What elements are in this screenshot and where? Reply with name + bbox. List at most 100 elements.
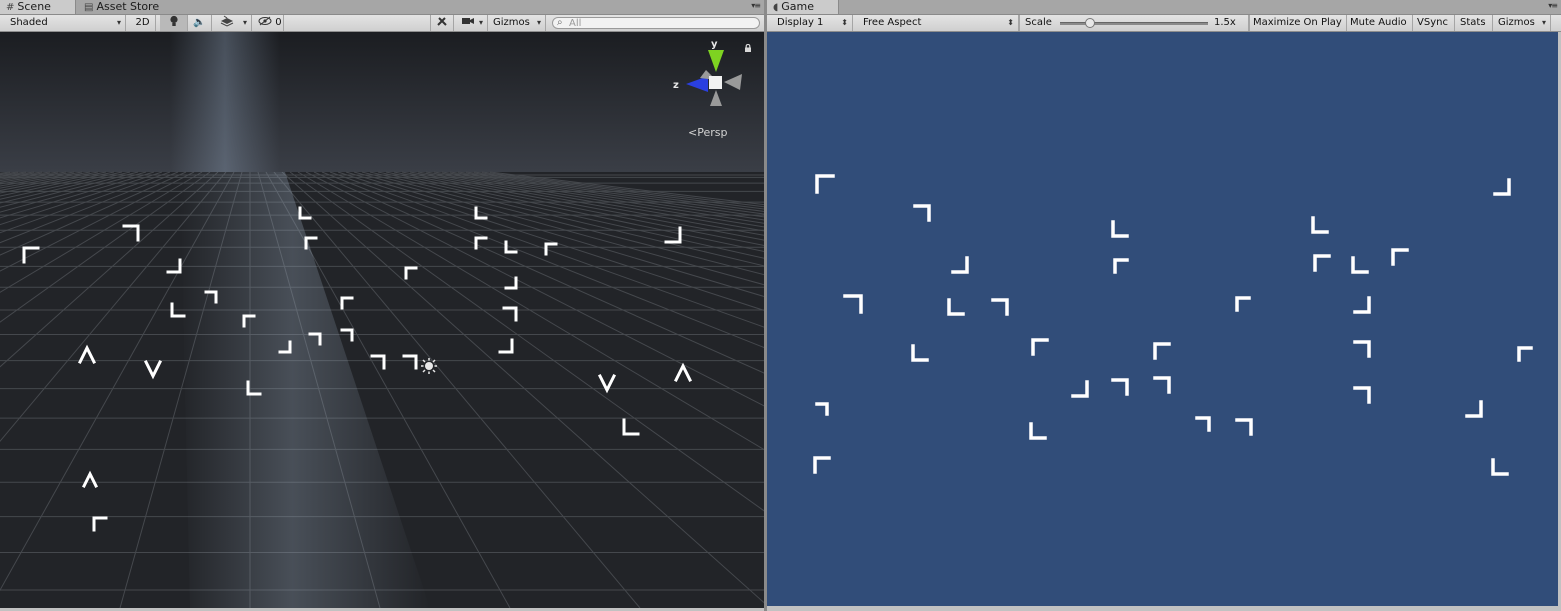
scene-tab-bar: # Scene ▤ Asset Store ▾≡: [0, 0, 764, 15]
asset-store-icon: ▤: [84, 2, 94, 13]
game-sprite[interactable]: [951, 256, 969, 274]
game-sprite[interactable]: [1111, 378, 1129, 396]
effects-dropdown[interactable]: ▾: [214, 15, 252, 31]
camera-dropdown[interactable]: ▾: [456, 15, 488, 31]
scene-canvas: y z: [0, 32, 764, 608]
axis-z-label: z: [673, 80, 679, 91]
search-icon: ⌕: [557, 17, 563, 28]
scene-viewport[interactable]: y z <Persp: [0, 32, 764, 608]
game-canvas: [813, 174, 1533, 476]
game-sprite[interactable]: [1113, 258, 1129, 274]
game-sprite[interactable]: [1311, 216, 1329, 234]
lighting-toggle-button[interactable]: [160, 15, 188, 31]
light-gizmo-icon[interactable]: [421, 358, 437, 374]
speaker-icon: 🔈: [193, 17, 206, 28]
projection-toggle[interactable]: <Persp: [688, 126, 727, 139]
tab-scene[interactable]: # Scene: [0, 0, 76, 14]
game-viewport[interactable]: [767, 32, 1558, 606]
game-gizmos-label: Gizmos: [1498, 17, 1535, 28]
vsync-label: VSync: [1417, 17, 1448, 28]
game-sprite[interactable]: [947, 298, 965, 316]
game-gizmos-dropdown[interactable]: Gizmos ▾: [1493, 15, 1551, 31]
aspect-dropdown[interactable]: Free Aspect ⬍: [857, 15, 1019, 31]
game-sprite[interactable]: [1353, 296, 1371, 314]
game-sprite[interactable]: [1351, 256, 1369, 274]
2d-toggle-button[interactable]: 2D: [130, 15, 156, 31]
game-sprite[interactable]: [1111, 220, 1129, 238]
scale-slider-thumb[interactable]: [1084, 18, 1095, 28]
scene-toolbar: Shaded ▾ 2D 🔈 ▾ 0 ▾ Gizmos ▾ ⌕ All: [0, 15, 764, 32]
mute-audio-label: Mute Audio: [1350, 17, 1407, 28]
game-sprite[interactable]: [1493, 178, 1511, 196]
display-label: Display 1: [777, 17, 824, 28]
audio-toggle-button[interactable]: 🔈: [188, 15, 212, 31]
game-sprite[interactable]: [1491, 458, 1509, 476]
scale-control[interactable]: Scale 1.5x: [1019, 15, 1249, 31]
light-bulb-icon: [169, 15, 179, 28]
stats-toggle[interactable]: Stats: [1455, 15, 1493, 31]
tab-asset-store-label: Asset Store: [96, 0, 160, 13]
effects-icon: [220, 15, 234, 28]
game-sprite[interactable]: [1353, 340, 1371, 358]
gizmo-center-cube[interactable]: [709, 76, 722, 89]
chevron-down-icon: ▾: [1541, 18, 1546, 27]
hidden-objects-toggle[interactable]: 0: [254, 15, 284, 31]
maximize-on-play-label: Maximize On Play: [1253, 17, 1342, 28]
game-sprite[interactable]: [913, 204, 931, 222]
game-sprite[interactable]: [1029, 422, 1047, 440]
game-sprite[interactable]: [1235, 418, 1253, 436]
search-placeholder: All: [569, 18, 582, 29]
game-sprite[interactable]: [813, 456, 831, 474]
game-sprites: [813, 174, 1533, 476]
scale-label: Scale: [1025, 17, 1052, 28]
eye-hidden-icon: [258, 16, 275, 28]
axis-y-label: y: [711, 39, 718, 50]
lock-icon[interactable]: [744, 44, 752, 52]
projection-label: Persp: [697, 126, 728, 139]
game-toolbar: Display 1 ⬍ Free Aspect ⬍ Scale 1.5x Max…: [767, 15, 1561, 32]
mute-audio-toggle[interactable]: Mute Audio: [1347, 15, 1413, 31]
gizmos-label: Gizmos: [493, 17, 530, 28]
game-sprite[interactable]: [1391, 248, 1409, 266]
camera-icon: [461, 17, 475, 28]
game-sprite[interactable]: [1031, 338, 1049, 356]
game-sprite[interactable]: [1071, 380, 1089, 398]
2d-toggle-label: 2D: [135, 17, 150, 28]
game-sprite[interactable]: [991, 298, 1009, 316]
game-sprite[interactable]: [1353, 386, 1371, 404]
game-sprite[interactable]: [1153, 342, 1171, 360]
shading-mode-dropdown[interactable]: Shaded ▾: [0, 15, 126, 31]
vsync-toggle[interactable]: VSync: [1413, 15, 1455, 31]
game-sprite[interactable]: [843, 294, 863, 314]
tools-button[interactable]: [430, 15, 454, 31]
scale-slider-track[interactable]: [1060, 22, 1208, 25]
maximize-on-play-toggle[interactable]: Maximize On Play: [1249, 15, 1347, 31]
game-sprite[interactable]: [815, 174, 835, 194]
game-sprite[interactable]: [1153, 376, 1171, 394]
panel-menu-icon[interactable]: ▾≡: [1548, 1, 1558, 10]
scene-panel: #Scene ▤Asset Store ▾≡ Shaded ▾ 2D 🔈 ▾: [0, 0, 764, 611]
game-sprite[interactable]: [1313, 254, 1331, 272]
game-sprite[interactable]: [1517, 346, 1533, 362]
scale-value: 1.5x: [1214, 17, 1236, 28]
tab-game[interactable]: ◖ Game: [767, 0, 839, 14]
game-sprite[interactable]: [815, 402, 829, 416]
chevron-up-down-icon: ⬍: [1007, 18, 1014, 27]
tab-asset-store[interactable]: ▤ Asset Store: [78, 0, 178, 14]
scene-icon: #: [6, 2, 15, 13]
panel-menu-icon[interactable]: ▾≡: [751, 1, 761, 10]
game-sprite[interactable]: [1465, 400, 1483, 418]
game-sprite[interactable]: [911, 344, 929, 362]
game-tab-bar: ◖ Game ▾≡: [767, 0, 1561, 15]
game-sprite[interactable]: [1195, 416, 1211, 432]
scene-search-input[interactable]: ⌕ All: [552, 17, 760, 29]
game-panel: ◖ Game ▾≡ Display 1 ⬍ Free Aspect ⬍ Scale…: [767, 0, 1561, 611]
chevron-down-icon: ▾: [242, 18, 247, 27]
aspect-label: Free Aspect: [863, 17, 922, 28]
sky: [0, 32, 764, 172]
display-dropdown[interactable]: Display 1 ⬍: [771, 15, 853, 31]
persp-icon: <: [688, 126, 698, 139]
game-sprite[interactable]: [1235, 296, 1251, 312]
gizmos-dropdown[interactable]: Gizmos ▾: [490, 15, 546, 31]
chevron-down-icon: ▾: [478, 18, 483, 27]
